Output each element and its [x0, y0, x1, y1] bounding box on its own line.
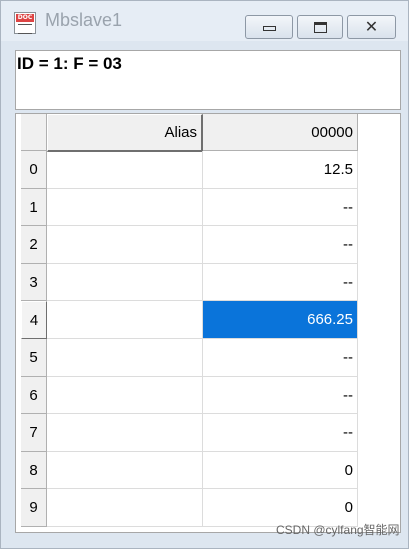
grid-corner[interactable] [21, 114, 47, 151]
alias-cell[interactable] [47, 189, 203, 226]
row-header[interactable]: 7 [21, 414, 47, 452]
row-header[interactable]: 3 [21, 264, 47, 301]
column-header-alias[interactable]: Alias [47, 114, 203, 152]
row-header[interactable]: 2 [21, 226, 47, 264]
slave-info-text: ID = 1: F = 03 [17, 54, 122, 73]
register-value-cell[interactable]: 666.25 [203, 301, 358, 339]
minimize-button[interactable] [245, 15, 293, 39]
maximize-icon [314, 22, 327, 33]
row-header[interactable]: 1 [21, 189, 47, 226]
slave-info-panel: ID = 1: F = 03 [15, 50, 401, 110]
alias-cell[interactable] [47, 301, 203, 339]
watermark-text: CSDN @cylfang智能网 [276, 523, 400, 537]
register-grid[interactable]: Alias 00000 0 12.5 1 -- 2 -- 3 -- 4 666.25 5 -- 6 -- 7… [15, 113, 401, 533]
mbslave-window: DOC Mbslave1 ✕ ID = 1: F = 03 Alias 0000… [0, 0, 409, 549]
row-header[interactable]: 4 [21, 301, 47, 339]
alias-cell[interactable] [47, 151, 203, 189]
close-button[interactable]: ✕ [347, 15, 396, 39]
alias-cell[interactable] [47, 414, 203, 452]
alias-cell[interactable] [47, 377, 203, 414]
maximize-button[interactable] [297, 15, 343, 39]
register-value-cell[interactable]: -- [203, 339, 358, 377]
alias-cell[interactable] [47, 489, 203, 527]
row-header[interactable]: 5 [21, 339, 47, 377]
register-value-cell[interactable]: 12.5 [203, 151, 358, 189]
register-value-cell[interactable]: -- [203, 189, 358, 226]
alias-cell[interactable] [47, 226, 203, 264]
alias-cell[interactable] [47, 339, 203, 377]
alias-cell[interactable] [47, 264, 203, 301]
register-value-cell[interactable]: -- [203, 226, 358, 264]
row-header[interactable]: 8 [21, 452, 47, 489]
register-value-cell[interactable]: -- [203, 377, 358, 414]
window-title: Mbslave1 [45, 10, 123, 30]
row-header[interactable]: 6 [21, 377, 47, 414]
column-header-address[interactable]: 00000 [203, 114, 358, 151]
register-value-cell[interactable]: -- [203, 414, 358, 452]
alias-cell[interactable] [47, 452, 203, 489]
document-icon[interactable]: DOC [14, 12, 36, 34]
title-bar[interactable]: DOC Mbslave1 ✕ [1, 1, 408, 41]
row-header[interactable]: 9 [21, 489, 47, 527]
close-icon: ✕ [364, 17, 379, 36]
row-header[interactable]: 0 [21, 151, 47, 189]
register-value-cell[interactable]: 0 [203, 452, 358, 489]
minimize-icon [263, 26, 276, 31]
register-value-cell[interactable]: -- [203, 264, 358, 301]
